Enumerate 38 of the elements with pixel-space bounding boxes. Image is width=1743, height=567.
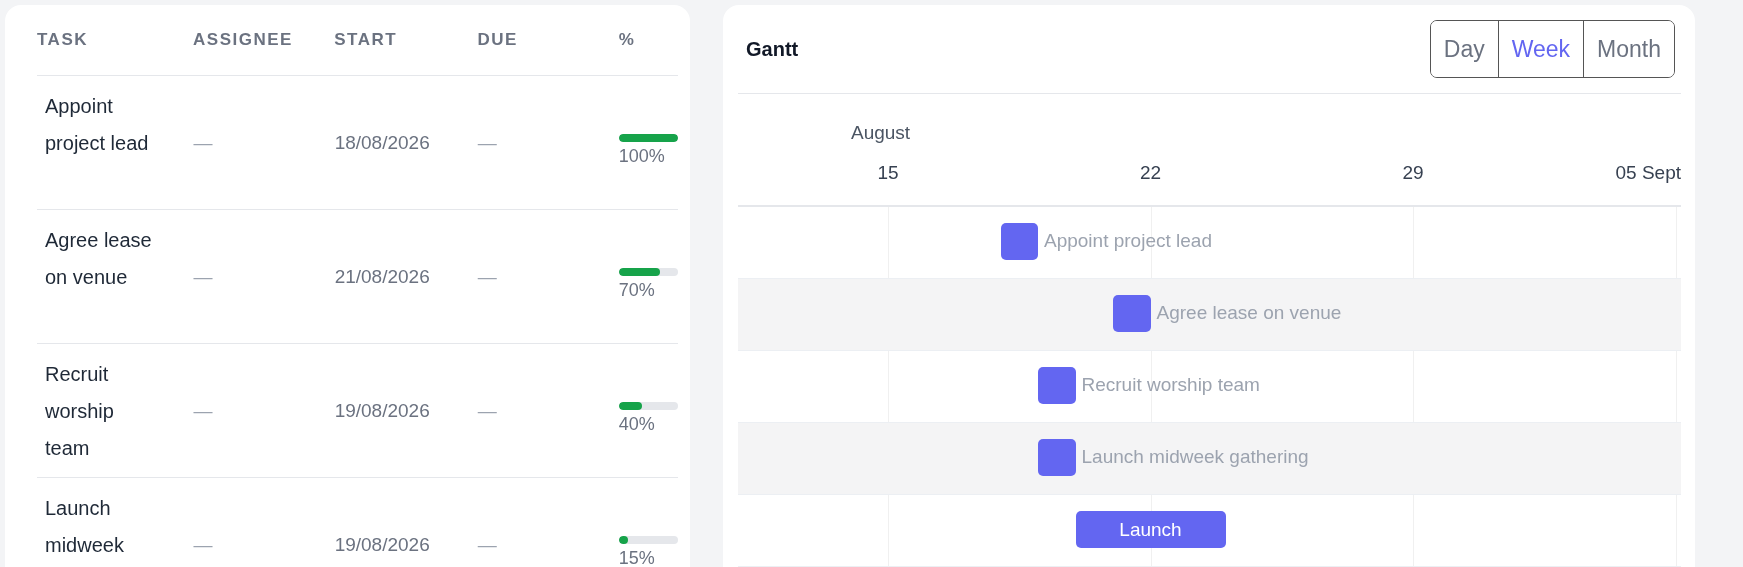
week-tick-label: 05 Sept	[1615, 162, 1681, 184]
column-header: TASK	[37, 30, 89, 50]
task-name: Agree lease on venue	[45, 228, 153, 290]
due-cell-text: —	[477, 265, 498, 288]
percent-text: 100%	[618, 146, 666, 167]
week-tick-label: 15	[877, 162, 899, 184]
due-cell-text: —	[477, 533, 498, 556]
task-bar[interactable]: Launch	[1075, 511, 1226, 548]
assignee-cell-text: —	[193, 399, 214, 422]
column-header: DUE	[477, 30, 519, 50]
week-tick-label: 22	[1139, 162, 1162, 184]
due-cell-text: —	[477, 399, 498, 422]
task-name: Launch midweek	[45, 496, 125, 558]
start-date: 21/08/2026	[334, 265, 431, 288]
task-bar-label: Launch midweek gathering	[1081, 446, 1309, 468]
task-bar-label: Recruit worship team	[1081, 374, 1260, 396]
start-date: 18/08/2026	[334, 131, 431, 154]
column-header: START	[334, 30, 399, 50]
task-bar[interactable]	[1000, 223, 1038, 260]
start-date: 19/08/2026	[334, 533, 431, 556]
column-header: %	[618, 30, 637, 50]
month-label: August	[851, 122, 911, 144]
task-name: Appoint project lead	[45, 94, 150, 156]
gantt-title: Gantt	[746, 37, 799, 61]
task-name: Recruit worship team	[45, 362, 115, 461]
assignee-cell-text: —	[193, 265, 214, 288]
column-header: ASSIGNEE	[193, 30, 294, 50]
week-tick-label: 29	[1402, 162, 1424, 184]
assignee-cell-text: —	[193, 533, 214, 556]
percent-text: 70%	[618, 280, 656, 301]
due-cell-text: —	[477, 131, 498, 154]
task-bar-label: Appoint project lead	[1044, 230, 1212, 252]
start-date: 19/08/2026	[334, 399, 431, 422]
percent-text: 40%	[618, 414, 656, 435]
percent-text: 15%	[618, 548, 656, 567]
task-bar-label: Agree lease on venue	[1156, 302, 1342, 324]
assignee-cell-text: —	[193, 131, 214, 154]
view-tab[interactable]: Month	[1583, 21, 1674, 77]
